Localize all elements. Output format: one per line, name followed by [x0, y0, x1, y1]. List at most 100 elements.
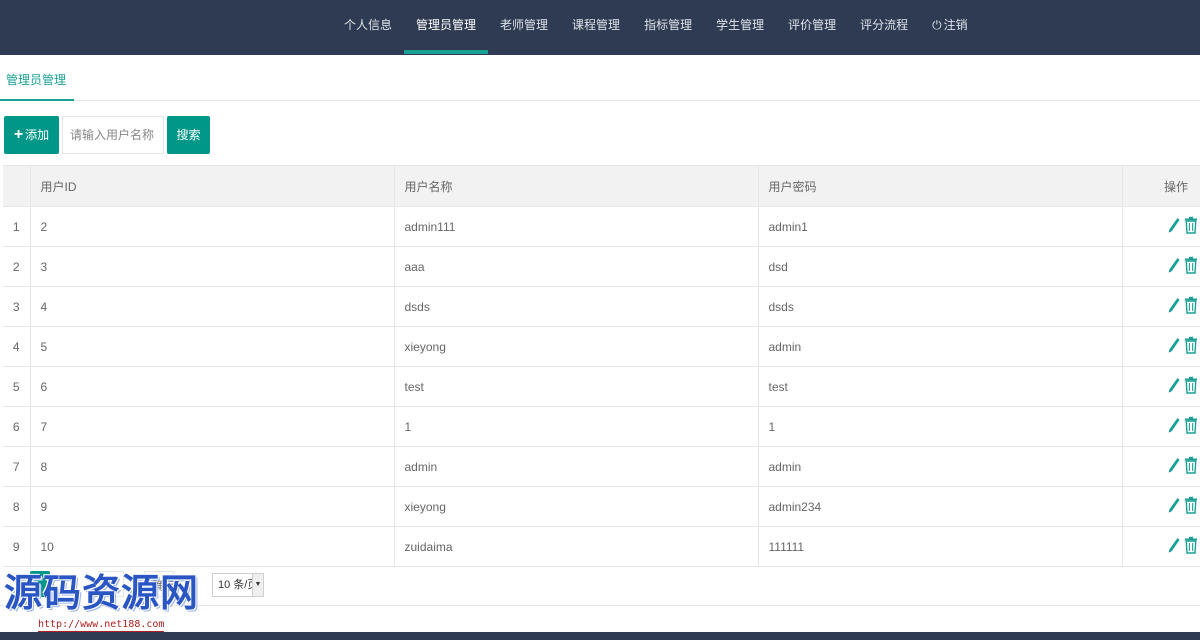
table-body: 1 2 admin111 admin1 2 3 aaa dsd 3 4 dsds dsds 4 5 xiey…: [3, 206, 1200, 567]
cell-user-id: 4: [30, 286, 395, 327]
cell-user-name: xieyong: [394, 326, 759, 367]
cell-operations: [1122, 486, 1200, 527]
trash-icon[interactable]: [1184, 256, 1198, 277]
cell-user-id: 10: [30, 526, 395, 567]
search-input[interactable]: [62, 116, 164, 154]
row-index: 6: [3, 406, 31, 447]
header-index: [3, 165, 31, 207]
table-row[interactable]: 9 10 zuidaima 111111: [3, 526, 1200, 567]
table-header-row: 用户ID 用户名称 用户密码 操作: [3, 165, 1200, 207]
top-nav: 个人信息 管理员管理 老师管理 课程管理 指标管理 学生管理 评价管理 评分流程…: [0, 0, 1200, 55]
pencil-icon[interactable]: [1168, 217, 1180, 236]
row-index: 9: [3, 526, 31, 567]
table-row[interactable]: 7 8 admin admin: [3, 446, 1200, 487]
power-icon: ⏻: [932, 18, 942, 32]
pencil-icon[interactable]: [1168, 297, 1180, 316]
cell-user-password: admin: [758, 326, 1123, 367]
nav-item-scoring-process[interactable]: 评分流程: [848, 0, 920, 55]
page-size-select[interactable]: 10 条/页 ▼: [212, 573, 264, 597]
nav-item-evaluation-management[interactable]: 评价管理: [776, 0, 848, 55]
cell-user-password: admin: [758, 446, 1123, 487]
cell-user-password: 111111: [758, 526, 1123, 567]
plus-icon: +: [13, 126, 24, 143]
header-user-name[interactable]: 用户名称: [394, 165, 759, 207]
cell-user-password: 1: [758, 406, 1123, 447]
dropdown-arrow-icon: ▼: [252, 574, 263, 596]
cell-operations: [1122, 446, 1200, 487]
row-index: 1: [3, 206, 31, 247]
watermark-title: 源码资源网: [4, 571, 200, 615]
cell-user-name: 1: [394, 406, 759, 447]
cell-user-name: dsds: [394, 286, 759, 327]
cell-user-id: 3: [30, 246, 395, 287]
cell-operations: [1122, 406, 1200, 447]
header-operations: 操作: [1122, 165, 1200, 207]
row-index: 5: [3, 366, 31, 407]
cell-user-name: admin: [394, 446, 759, 487]
cell-user-id: 6: [30, 366, 395, 407]
cell-user-id: 7: [30, 406, 395, 447]
row-index: 8: [3, 486, 31, 527]
cell-user-id: 2: [30, 206, 395, 247]
pencil-icon[interactable]: [1168, 417, 1180, 436]
cell-user-password: test: [758, 366, 1123, 407]
table-row[interactable]: 8 9 xieyong admin234: [3, 486, 1200, 527]
add-button[interactable]: + 添加: [4, 116, 59, 154]
nav-item-course-management[interactable]: 课程管理: [560, 0, 632, 55]
trash-icon[interactable]: [1184, 416, 1198, 437]
cell-user-password: dsds: [758, 286, 1123, 327]
nav-item-admin-management[interactable]: 管理员管理: [404, 0, 489, 55]
tab-admin-management[interactable]: 管理员管理: [0, 60, 75, 101]
watermark-url: http://www.net188.com: [38, 619, 165, 632]
cell-user-password: dsd: [758, 246, 1123, 287]
table-row[interactable]: 4 5 xieyong admin: [3, 326, 1200, 367]
cell-operations: [1122, 366, 1200, 407]
pencil-icon[interactable]: [1168, 537, 1180, 556]
header-user-password[interactable]: 用户密码: [758, 165, 1123, 207]
search-button[interactable]: 搜索: [167, 116, 210, 154]
logout-button[interactable]: ⏻ 注销: [920, 0, 980, 55]
nav-menu: 个人信息 管理员管理 老师管理 课程管理 指标管理 学生管理 评价管理 评分流程…: [332, 0, 980, 55]
pencil-icon[interactable]: [1168, 377, 1180, 396]
table-row[interactable]: 5 6 test test: [3, 366, 1200, 407]
trash-icon[interactable]: [1184, 296, 1198, 317]
pencil-icon[interactable]: [1168, 337, 1180, 356]
cell-user-name: aaa: [394, 246, 759, 287]
cell-operations: [1122, 526, 1200, 567]
trash-icon[interactable]: [1184, 216, 1198, 237]
pencil-icon[interactable]: [1168, 497, 1180, 516]
cell-user-id: 9: [30, 486, 395, 527]
row-index: 2: [3, 246, 31, 287]
cell-user-id: 5: [30, 326, 395, 367]
trash-icon[interactable]: [1184, 496, 1198, 517]
cell-user-name: zuidaima: [394, 526, 759, 567]
trash-icon[interactable]: [1184, 336, 1198, 357]
row-index: 4: [3, 326, 31, 367]
bottom-bar: [0, 632, 1200, 640]
pencil-icon[interactable]: [1168, 257, 1180, 276]
trash-icon[interactable]: [1184, 456, 1198, 477]
nav-item-profile[interactable]: 个人信息: [332, 0, 404, 55]
table-row[interactable]: 3 4 dsds dsds: [3, 286, 1200, 327]
cell-user-id: 8: [30, 446, 395, 487]
tab-bar: 管理员管理: [0, 60, 1200, 101]
cell-user-password: admin1: [758, 206, 1123, 247]
pencil-icon[interactable]: [1168, 457, 1180, 476]
table-row[interactable]: 1 2 admin111 admin1: [3, 206, 1200, 247]
trash-icon[interactable]: [1184, 536, 1198, 557]
row-index: 7: [3, 446, 31, 487]
cell-operations: [1122, 206, 1200, 247]
cell-user-name: test: [394, 366, 759, 407]
cell-operations: [1122, 286, 1200, 327]
add-button-label: 添加: [25, 128, 50, 142]
watermark: 源码资源网 http://www.net188.com: [4, 570, 206, 634]
nav-item-indicator-management[interactable]: 指标管理: [632, 0, 704, 55]
trash-icon[interactable]: [1184, 376, 1198, 397]
cell-operations: [1122, 326, 1200, 367]
nav-item-student-management[interactable]: 学生管理: [704, 0, 776, 55]
logout-label: 注销: [943, 18, 968, 32]
header-user-id[interactable]: 用户ID: [30, 165, 395, 207]
nav-item-teacher-management[interactable]: 老师管理: [488, 0, 560, 55]
table-row[interactable]: 6711: [3, 406, 1200, 447]
table-row[interactable]: 2 3 aaa dsd: [3, 246, 1200, 287]
